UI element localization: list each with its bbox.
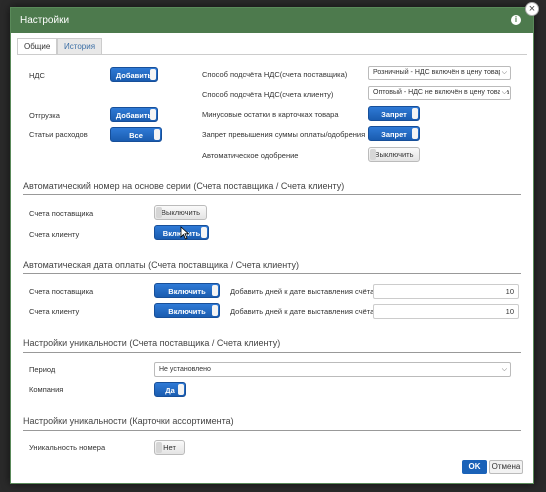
autodate-client-days-input[interactable]: 10	[373, 304, 519, 319]
autonumber-supplier-button-label: Выключить	[160, 208, 201, 217]
nds-label: НДС	[29, 71, 45, 80]
chevron-down-icon: ⌵	[499, 67, 507, 79]
tab-general[interactable]: Общие	[17, 38, 58, 55]
auto-approve-button[interactable]: Выключить	[368, 147, 420, 162]
auto-approve-label: Автоматическое одобрение	[202, 151, 299, 160]
nds-add-button-label: Добавить	[115, 71, 153, 80]
payment-exceed-label: Запрет превышения суммы оплаты/одобрения	[202, 130, 366, 139]
autodate-supplier-button[interactable]: Включить	[154, 283, 220, 298]
shipment-add-button-label: Добавить	[115, 111, 153, 120]
toggle-knob	[370, 149, 376, 160]
shipment-add-button[interactable]: Добавить	[110, 107, 158, 122]
autodate-client-days-label: Добавить дней к дате выставления счёта	[230, 307, 375, 316]
toggle-knob	[154, 129, 160, 140]
toggle-knob	[178, 384, 184, 395]
vat-client-value: Оптовый - НДС не включён в цену товара	[373, 89, 510, 96]
number-uniqueness-label: Уникальность номера	[29, 443, 106, 452]
autonumber-supplier-label: Счета поставщика	[29, 209, 94, 218]
toggle-knob	[150, 109, 156, 120]
negative-stock-button[interactable]: Запрет	[368, 106, 420, 121]
section-divider	[23, 430, 521, 431]
toggle-knob	[412, 108, 418, 119]
settings-dialog: Настройки i × Общие История НДС Добавить…	[10, 2, 539, 484]
autodate-client-button-label: Включить	[168, 307, 206, 316]
toggle-knob	[201, 227, 207, 238]
autodate-supplier-days-input[interactable]: 10	[373, 284, 519, 299]
cancel-button[interactable]: Отмена	[489, 460, 523, 474]
autodate-client-label: Счета клиенту	[29, 307, 80, 316]
autonumber-section-title: Автоматический номер на основе серии (Сч…	[23, 181, 345, 191]
number-uniqueness-button-label: Нет	[163, 443, 176, 452]
autodate-section-title: Автоматическая дата оплаты (Счета постав…	[23, 260, 299, 270]
mouse-cursor-icon	[180, 226, 190, 240]
autonumber-client-label: Счета клиенту	[29, 230, 80, 239]
vat-client-select[interactable]: Оптовый - НДС не включён в цену товара ⌵	[368, 86, 511, 100]
vat-supplier-label: Способ подсчёта НДС(счета поставщика)	[202, 70, 348, 79]
tab-divider	[17, 54, 527, 55]
uniqueness-cards-section-title: Настройки уникальности (Карточки ассорти…	[23, 416, 234, 426]
info-icon[interactable]: i	[511, 15, 521, 25]
toggle-knob	[156, 207, 162, 218]
section-divider	[23, 194, 521, 195]
toggle-knob	[212, 285, 218, 296]
vat-supplier-value: Розничный - НДС включён в цену товара	[373, 69, 507, 76]
tab-history[interactable]: История	[57, 38, 103, 54]
uniqueness-invoices-section-title: Настройки уникальности (Счета поставщика…	[23, 338, 281, 348]
dialog-titlebar: Настройки i	[11, 8, 533, 33]
expenses-all-button[interactable]: Все	[110, 127, 162, 142]
negative-stock-label: Минусовые остатки в карточках товара	[202, 110, 339, 119]
vat-supplier-select[interactable]: Розничный - НДС включён в цену товара ⌵	[368, 66, 511, 80]
expenses-all-button-label: Все	[129, 131, 143, 140]
autonumber-supplier-button[interactable]: Выключить	[154, 205, 207, 220]
autodate-supplier-label: Счета поставщика	[29, 287, 94, 296]
toggle-knob	[150, 69, 156, 80]
expenses-label: Статьи расходов	[29, 130, 88, 139]
ok-button[interactable]: OK	[462, 460, 487, 474]
company-button[interactable]: Да	[154, 382, 186, 397]
negative-stock-button-label: Запрет	[381, 110, 407, 119]
toggle-knob	[412, 128, 418, 139]
section-divider	[23, 352, 521, 353]
payment-exceed-button-label: Запрет	[381, 130, 407, 139]
autodate-client-button[interactable]: Включить	[154, 303, 220, 318]
period-label: Период	[29, 365, 56, 374]
autodate-supplier-days-label: Добавить дней к дате выставления счёта	[230, 287, 375, 296]
vat-client-label: Способ подсчёта НДС(счета клиенту)	[202, 90, 334, 99]
toggle-knob	[212, 305, 218, 316]
company-button-label: Да	[165, 386, 175, 395]
nds-add-button[interactable]: Добавить	[110, 67, 158, 82]
section-divider	[23, 273, 521, 274]
shipment-label: Отгрузка	[29, 111, 60, 120]
period-value: Не установлено	[159, 366, 211, 373]
number-uniqueness-button[interactable]: Нет	[154, 440, 185, 455]
company-label: Компания	[29, 385, 64, 394]
close-icon[interactable]: ×	[525, 2, 539, 16]
chevron-down-icon: ⌵	[499, 363, 507, 376]
period-select[interactable]: Не установлено ⌵	[154, 362, 511, 377]
payment-exceed-button[interactable]: Запрет	[368, 126, 420, 141]
dialog-title: Настройки	[20, 15, 70, 26]
toggle-knob	[156, 442, 162, 453]
chevron-down-icon: ⌵	[499, 87, 507, 99]
auto-approve-button-label: Выключить	[374, 150, 414, 159]
autodate-supplier-button-label: Включить	[168, 287, 206, 296]
